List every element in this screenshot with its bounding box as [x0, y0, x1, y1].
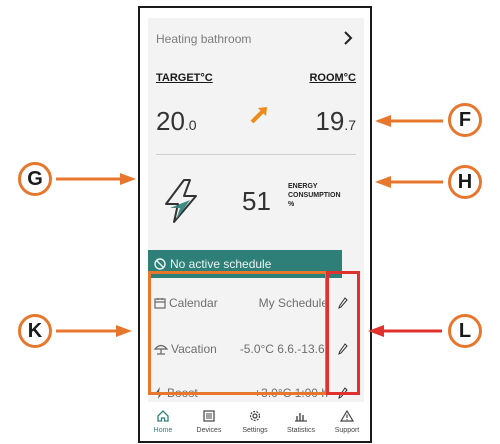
room-temperature: 19.7 — [315, 106, 356, 137]
callout-l-label: L — [458, 319, 472, 342]
energy-consumption-label: ENERGY CONSUMPTION % — [288, 182, 341, 209]
energy-label-line3: % — [288, 201, 295, 208]
bottom-navigation: Home Devices Settings Statistics Support — [140, 402, 370, 441]
room-temp-integer: 19 — [315, 106, 345, 136]
callout-l: L — [448, 314, 482, 348]
callout-f-label: F — [458, 108, 472, 131]
callout-k: K — [18, 314, 52, 348]
nav-devices[interactable]: Devices — [187, 408, 231, 434]
callout-h-label: H — [457, 170, 473, 193]
target-label: TARGET°C — [156, 72, 213, 84]
callout-h: H — [448, 165, 482, 199]
divider — [156, 154, 356, 155]
nav-devices-label: Devices — [196, 427, 222, 434]
arrow-l — [368, 325, 442, 337]
energy-label-line1: ENERGY — [288, 183, 318, 190]
target-temp-decimal: .0 — [184, 117, 197, 133]
arrow-h — [375, 176, 443, 188]
temperature-labels: TARGET°C ROOM°C — [156, 72, 356, 86]
arrow-g — [56, 173, 136, 185]
callout-g: G — [18, 162, 52, 196]
energy-label-line2: CONSUMPTION — [288, 192, 341, 199]
trend-up-arrow-icon — [250, 107, 267, 124]
nav-settings-label: Settings — [242, 427, 268, 434]
callout-f: F — [448, 103, 482, 137]
gear-icon — [249, 410, 261, 422]
energy-bolt-icon — [165, 179, 197, 223]
edit-buttons-highlight — [326, 271, 360, 395]
nav-support[interactable]: Support — [325, 408, 369, 434]
target-temp-integer: 20 — [156, 106, 185, 136]
nav-statistics-label: Statistics — [286, 427, 315, 434]
target-temperature[interactable]: 20.0 — [156, 106, 197, 137]
devices-icon — [203, 410, 215, 422]
home-icon — [157, 410, 169, 422]
room-header[interactable]: Heating bathroom — [156, 30, 356, 48]
schedule-rows-highlight — [148, 271, 328, 395]
chart-icon — [295, 413, 307, 422]
nav-home[interactable]: Home — [141, 408, 185, 434]
callout-g-label: G — [27, 167, 43, 190]
energy-consumption-value: 51 — [242, 186, 271, 216]
arrow-k — [56, 325, 132, 337]
arrow-f — [375, 115, 443, 127]
nav-support-label: Support — [334, 427, 360, 434]
callout-k-label: K — [27, 319, 43, 342]
nav-home-label: Home — [153, 427, 173, 434]
room-label: ROOM°C — [309, 72, 356, 84]
chevron-right-icon[interactable] — [342, 30, 354, 46]
warning-icon — [340, 410, 354, 422]
room-title: Heating bathroom — [156, 32, 252, 46]
room-temp-decimal: .7 — [344, 117, 356, 133]
schedule-status-text: No active schedule — [170, 257, 272, 271]
nav-statistics[interactable]: Statistics — [279, 408, 323, 434]
no-schedule-icon — [154, 258, 166, 270]
nav-settings[interactable]: Settings — [233, 408, 277, 434]
